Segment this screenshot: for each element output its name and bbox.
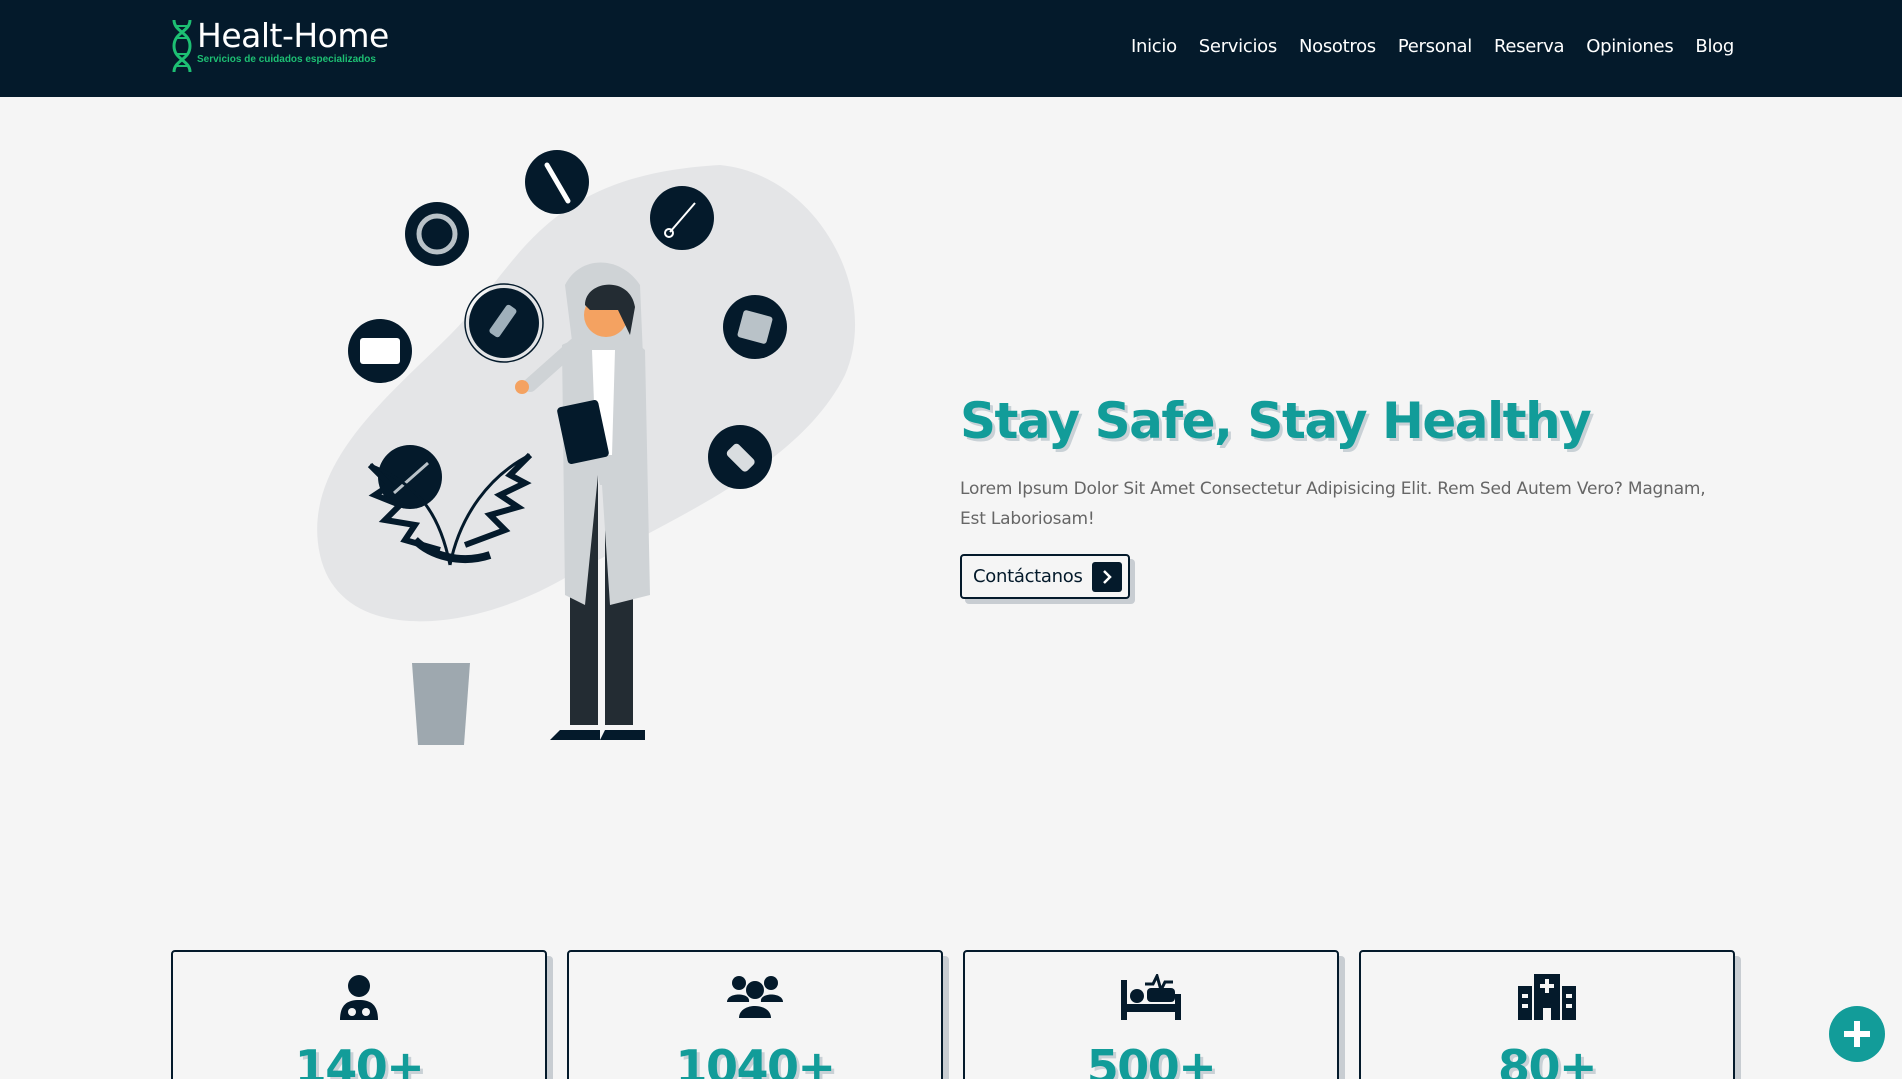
brand-subtitle: Servicios de cuidados especializados [197,54,376,65]
nav-item-inicio[interactable]: Inicio [1131,36,1177,57]
nav-item-servicios[interactable]: Servicios [1199,36,1277,57]
nav-item-blog[interactable]: Blog [1695,36,1734,57]
doctor-illustration [317,150,856,745]
stat-card-hospitals: 80+ [1359,950,1735,1079]
contact-button-label: Contáctanos [973,566,1083,587]
hero-title: Stay Safe, Stay Healthy [960,392,1592,450]
stat-card-patients: 1040+ [567,950,943,1079]
doctor-icon [329,974,389,1024]
ring-icon [405,202,469,266]
tablet-icon [723,295,787,359]
nav-item-personal[interactable]: Personal [1398,36,1472,57]
stats-section: 140+ 1040+ 500+ 80+ [171,950,1735,1079]
stat-card-beds: 500+ [963,950,1339,1079]
plus-icon [1844,1021,1870,1047]
nav-item-opiniones[interactable]: Opiniones [1586,36,1673,57]
top-navbar: Healt-Home Servicios de cuidados especia… [0,0,1902,97]
floating-add-button[interactable] [1829,1006,1885,1062]
hero-description: Lorem Ipsum Dolor Sit Amet Consectetur A… [960,479,1706,529]
stat-value-patients: 1040+ [675,1040,836,1079]
dna-icon [172,19,192,73]
hospital-bed-icon [1121,974,1181,1024]
users-icon [725,974,785,1024]
brand-logo[interactable]: Healt-Home Servicios de cuidados especia… [170,18,389,74]
main-nav: Inicio Servicios Nosotros Personal Reser… [1131,36,1734,57]
nav-item-reserva[interactable]: Reserva [1494,36,1565,57]
pills-icon [708,425,772,489]
chevron-right-icon [1092,562,1122,592]
scissors-icon [650,186,714,250]
syringe-icon [525,150,589,214]
stat-value-hospitals: 80+ [1497,1040,1598,1079]
stat-value-doctors: 140+ [294,1040,425,1079]
test-tube-icon [464,283,544,363]
nav-item-nosotros[interactable]: Nosotros [1299,36,1376,57]
stat-value-beds: 500+ [1086,1040,1217,1079]
hospital-icon [1517,974,1577,1024]
stat-card-doctors: 140+ [171,950,547,1079]
calendar-icon [348,319,412,383]
brand-title: Healt-Home [197,16,389,55]
contact-button[interactable]: Contáctanos [960,554,1130,599]
